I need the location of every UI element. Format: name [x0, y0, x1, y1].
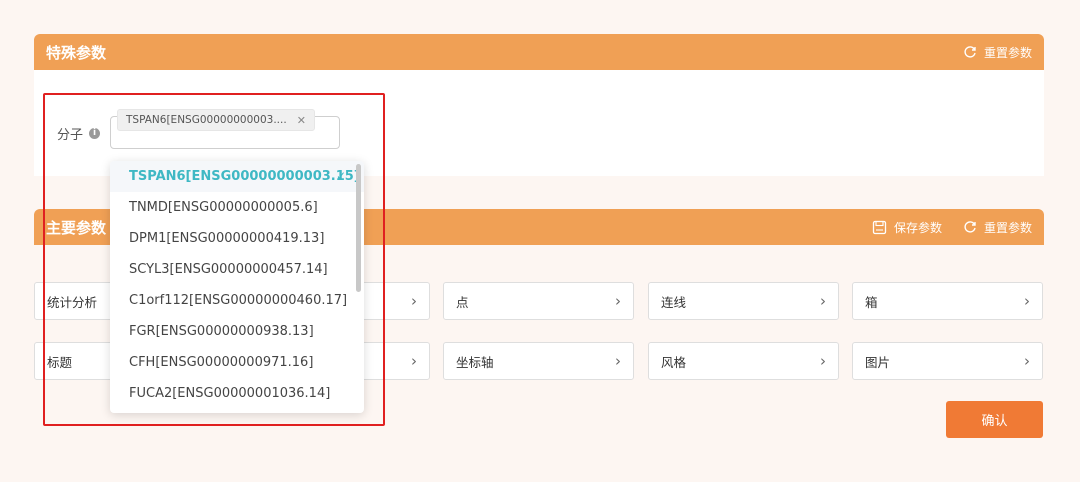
dropdown-option[interactable]: SCYL3[ENSG00000000457.14]: [110, 254, 364, 285]
style-item[interactable]: 风格 ›: [648, 342, 839, 380]
dropdown-option[interactable]: FUCA2[ENSG00000001036.14]: [110, 378, 364, 409]
style-label: 风格: [661, 354, 687, 370]
option-label: C1orf112[ENSG00000000460.17]: [129, 293, 348, 308]
chevron-right-icon: ›: [615, 352, 621, 370]
dropdown-option[interactable]: C1orf112[ENSG00000000460.17]: [110, 285, 364, 316]
dropdown-option[interactable]: CFH[ENSG00000000971.16]: [110, 347, 364, 378]
main-params-title: 主要参数: [46, 218, 107, 237]
dropdown-option[interactable]: TNMD[ENSG00000000005.6]: [110, 192, 364, 223]
refresh-icon: [962, 44, 978, 60]
line-label: 连线: [661, 294, 687, 310]
selected-molecule-tag: TSPAN6[ENSG00000000003.... ✕: [117, 109, 315, 131]
option-label: DPM1[ENSG00000000419.13]: [129, 231, 325, 246]
molecule-select[interactable]: TSPAN6[ENSG00000000003.... ✕: [110, 109, 340, 149]
special-params-title: 特殊参数: [46, 43, 107, 62]
dropdown-scrollbar[interactable]: [356, 164, 361, 292]
line-item[interactable]: 连线 ›: [648, 282, 839, 320]
save-params-button[interactable]: 保存参数: [872, 219, 942, 236]
stat-analysis-label: 统计分析: [47, 294, 98, 310]
molecule-label-text: 分子: [57, 128, 84, 143]
dropdown-option[interactable]: TSPAN6[ENSG00000000003.15] ✓: [110, 161, 364, 192]
image-item[interactable]: 图片 ›: [852, 342, 1043, 380]
box-label: 箱: [865, 294, 878, 310]
confirm-button[interactable]: 确认: [946, 401, 1043, 438]
chevron-right-icon: ›: [1024, 292, 1030, 310]
box-item[interactable]: 箱 ›: [852, 282, 1043, 320]
reset-params-label: 重置参数: [983, 45, 1032, 60]
reset-params-button[interactable]: 重置参数: [962, 44, 1032, 61]
info-icon[interactable]: i: [89, 128, 101, 139]
refresh-icon: [962, 219, 978, 235]
chevron-right-icon: ›: [411, 292, 417, 310]
axis-label: 坐标轴: [456, 354, 494, 370]
chevron-right-icon: ›: [1024, 352, 1030, 370]
option-label: TNMD[ENSG00000000005.6]: [129, 200, 318, 215]
chevron-right-icon: ›: [615, 292, 621, 310]
point-item[interactable]: 点 ›: [443, 282, 634, 320]
dropdown-option[interactable]: FGR[ENSG00000000938.13]: [110, 316, 364, 347]
option-label: CFH[ENSG00000000971.16]: [129, 355, 314, 370]
check-icon: ✓: [335, 169, 346, 183]
image-label: 图片: [865, 354, 891, 370]
chevron-right-icon: ›: [820, 352, 826, 370]
option-label: TSPAN6[ENSG00000000003.15]: [129, 169, 360, 184]
point-label: 点: [456, 294, 469, 310]
title-label: 标题: [47, 354, 73, 370]
chevron-right-icon: ›: [411, 352, 417, 370]
option-label: FUCA2[ENSG00000001036.14]: [129, 386, 331, 401]
save-params-label: 保存参数: [893, 220, 942, 235]
dropdown-option[interactable]: DPM1[ENSG00000000419.13]: [110, 223, 364, 254]
special-params-header: 特殊参数 重置参数: [34, 34, 1044, 70]
molecule-field-label: 分子 i: [57, 124, 101, 143]
save-icon: [872, 219, 888, 235]
option-label: SCYL3[ENSG00000000457.14]: [129, 262, 328, 277]
close-icon[interactable]: ✕: [297, 114, 306, 127]
chevron-right-icon: ›: [820, 292, 826, 310]
molecule-dropdown: TSPAN6[ENSG00000000003.15] ✓ TNMD[ENSG000…: [110, 161, 364, 413]
reset-main-params-label: 重置参数: [983, 220, 1032, 235]
axis-item[interactable]: 坐标轴 ›: [443, 342, 634, 380]
option-label: FGR[ENSG00000000938.13]: [129, 324, 314, 339]
reset-main-params-button[interactable]: 重置参数: [962, 219, 1032, 236]
selected-molecule-tag-text: TSPAN6[ENSG00000000003....: [126, 114, 287, 126]
